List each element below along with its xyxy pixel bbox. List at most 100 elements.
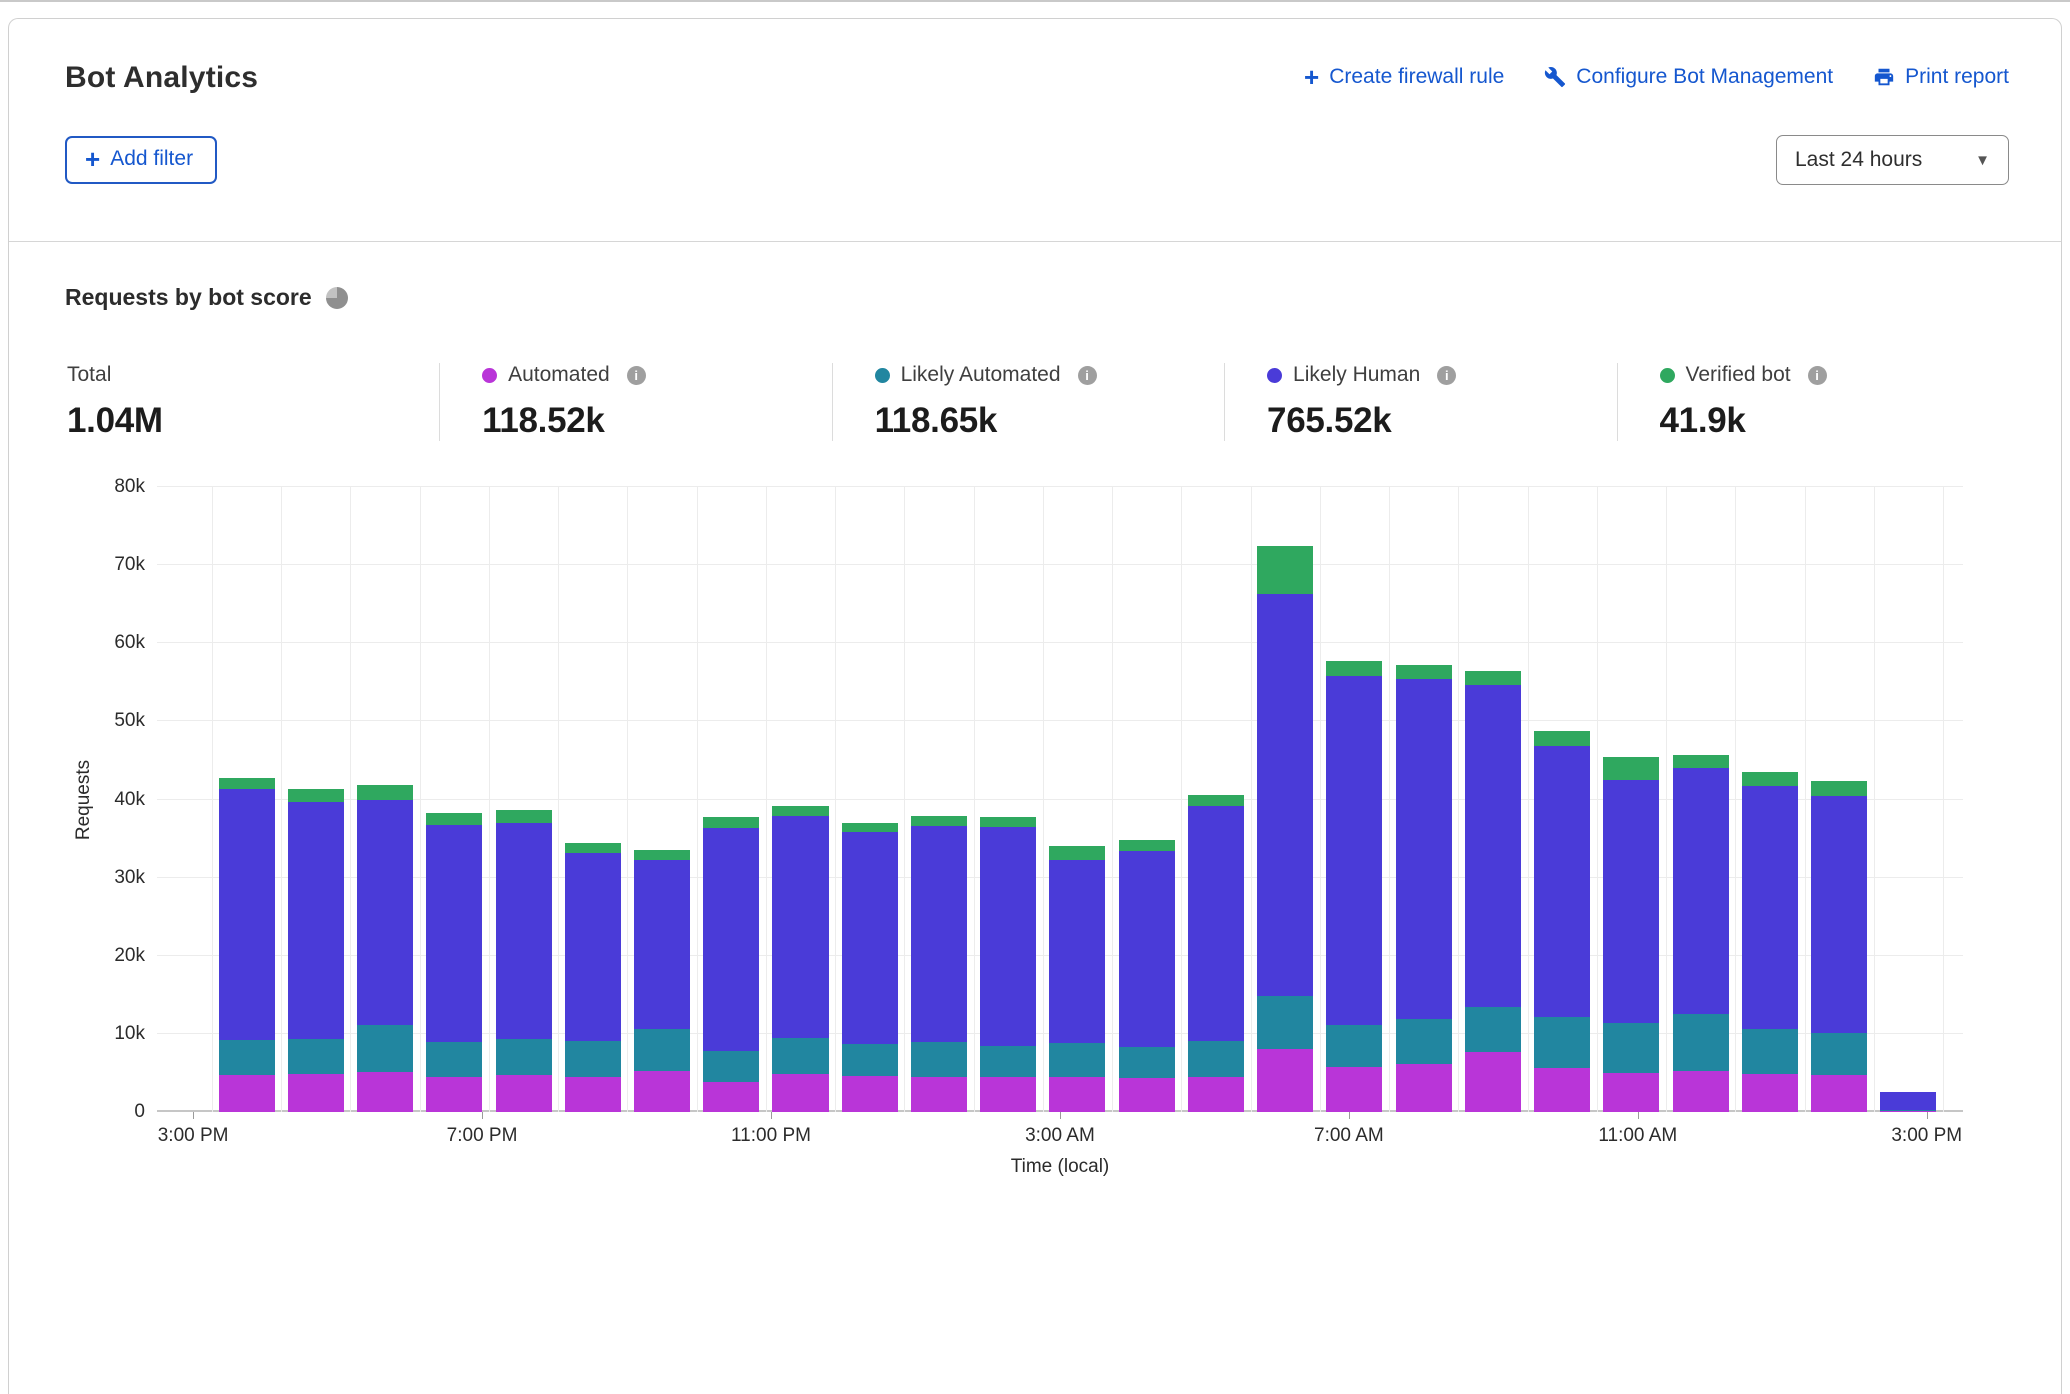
bar-segment-likely-human[interactable] — [1465, 685, 1521, 1006]
bar-segment-verified-bot[interactable] — [1603, 757, 1659, 780]
bar-segment-verified-bot[interactable] — [1811, 781, 1867, 797]
bar-segment-verified-bot[interactable] — [426, 813, 482, 825]
bar-segment-verified-bot[interactable] — [1673, 755, 1729, 768]
bar-segment-likely-automated[interactable] — [772, 1038, 828, 1074]
info-icon[interactable]: i — [1808, 366, 1827, 385]
bar-segment-likely-human[interactable] — [426, 825, 482, 1042]
bar-segment-likely-automated[interactable] — [1396, 1019, 1452, 1064]
bar-segment-automated[interactable] — [496, 1075, 552, 1113]
bar-segment-automated[interactable] — [980, 1077, 1036, 1112]
bar-segment-likely-automated[interactable] — [357, 1025, 413, 1072]
bar-segment-verified-bot[interactable] — [496, 810, 552, 823]
bar-segment-automated[interactable] — [1534, 1068, 1590, 1112]
bar-segment-likely-automated[interactable] — [1811, 1033, 1867, 1074]
bar-segment-verified-bot[interactable] — [634, 850, 690, 860]
bar-segment-verified-bot[interactable] — [288, 789, 344, 802]
info-icon[interactable]: i — [627, 366, 646, 385]
bar-segment-verified-bot[interactable] — [1049, 846, 1105, 861]
bar-segment-verified-bot[interactable] — [842, 823, 898, 832]
bar-segment-verified-bot[interactable] — [219, 778, 275, 789]
bar-segment-likely-human[interactable] — [1326, 676, 1382, 1024]
bar-segment-likely-human[interactable] — [1119, 851, 1175, 1047]
bar-segment-likely-human[interactable] — [703, 828, 759, 1051]
bar-segment-verified-bot[interactable] — [1326, 661, 1382, 676]
bar-segment-likely-automated[interactable] — [1188, 1041, 1244, 1077]
bar-segment-verified-bot[interactable] — [1396, 665, 1452, 679]
bar-segment-likely-human[interactable] — [1049, 860, 1105, 1043]
bar-segment-likely-automated[interactable] — [1326, 1025, 1382, 1068]
bar-segment-automated[interactable] — [1603, 1073, 1659, 1112]
bar-segment-likely-automated[interactable] — [1534, 1017, 1590, 1068]
bar-segment-automated[interactable] — [1673, 1071, 1729, 1112]
bar-segment-likely-automated[interactable] — [1465, 1007, 1521, 1052]
bar-segment-likely-automated[interactable] — [911, 1042, 967, 1077]
bar-segment-likely-human[interactable] — [980, 827, 1036, 1047]
bar-segment-likely-human[interactable] — [772, 816, 828, 1038]
time-range-select[interactable]: Last 24 hours ▼ — [1776, 135, 2009, 185]
bar-segment-automated[interactable] — [772, 1074, 828, 1112]
bar-segment-verified-bot[interactable] — [911, 816, 967, 826]
bar-segment-automated[interactable] — [565, 1077, 621, 1112]
bar-segment-automated[interactable] — [1257, 1049, 1313, 1112]
bar-segment-likely-human[interactable] — [219, 789, 275, 1040]
bar-segment-verified-bot[interactable] — [1188, 795, 1244, 806]
bar-segment-likely-human[interactable] — [842, 832, 898, 1044]
bar-segment-likely-human[interactable] — [1742, 786, 1798, 1029]
bar-segment-likely-automated[interactable] — [703, 1051, 759, 1082]
bar-segment-likely-human[interactable] — [1811, 796, 1867, 1033]
bar-segment-automated[interactable] — [1119, 1078, 1175, 1112]
bar-segment-verified-bot[interactable] — [565, 843, 621, 852]
bar-segment-automated[interactable] — [357, 1072, 413, 1112]
info-icon[interactable]: i — [1078, 366, 1097, 385]
bar-segment-likely-human[interactable] — [1396, 679, 1452, 1019]
bar-segment-automated[interactable] — [1465, 1052, 1521, 1112]
bar-segment-likely-human[interactable] — [496, 823, 552, 1039]
bar-segment-likely-human[interactable] — [1673, 768, 1729, 1014]
bar-segment-automated[interactable] — [911, 1077, 967, 1112]
bar-segment-likely-automated[interactable] — [219, 1040, 275, 1074]
bar-segment-automated[interactable] — [634, 1071, 690, 1112]
bar-segment-likely-human[interactable] — [1188, 806, 1244, 1041]
print-report-link[interactable]: Print report — [1873, 65, 2009, 89]
bar-segment-likely-automated[interactable] — [496, 1039, 552, 1075]
bar-segment-automated[interactable] — [1396, 1064, 1452, 1112]
bar-segment-verified-bot[interactable] — [357, 785, 413, 800]
bar-segment-automated[interactable] — [426, 1077, 482, 1112]
bar-segment-likely-automated[interactable] — [565, 1041, 621, 1077]
bar-segment-likely-automated[interactable] — [1742, 1029, 1798, 1074]
configure-bot-management-link[interactable]: Configure Bot Management — [1544, 65, 1833, 89]
bar-segment-automated[interactable] — [703, 1082, 759, 1112]
bar-segment-automated[interactable] — [1811, 1075, 1867, 1113]
bar-segment-likely-human[interactable] — [911, 826, 967, 1042]
info-icon[interactable]: i — [1437, 366, 1456, 385]
create-firewall-rule-link[interactable]: + Create firewall rule — [1304, 65, 1504, 89]
bar-segment-likely-automated[interactable] — [842, 1044, 898, 1076]
bar-segment-likely-human[interactable] — [1880, 1092, 1936, 1109]
bar-segment-automated[interactable] — [1049, 1077, 1105, 1112]
bar-segment-likely-automated[interactable] — [426, 1042, 482, 1077]
bar-segment-likely-human[interactable] — [288, 802, 344, 1039]
bar-segment-verified-bot[interactable] — [1465, 671, 1521, 685]
bar-segment-likely-human[interactable] — [357, 800, 413, 1026]
bar-segment-likely-automated[interactable] — [1049, 1043, 1105, 1077]
bar-segment-automated[interactable] — [288, 1074, 344, 1112]
bar-segment-automated[interactable] — [219, 1075, 275, 1113]
bar-segment-automated[interactable] — [1188, 1077, 1244, 1112]
bar-segment-verified-bot[interactable] — [1534, 731, 1590, 747]
bar-segment-likely-human[interactable] — [1257, 594, 1313, 996]
bar-segment-likely-human[interactable] — [1603, 780, 1659, 1023]
bar-segment-verified-bot[interactable] — [980, 817, 1036, 827]
bar-segment-verified-bot[interactable] — [1119, 840, 1175, 851]
bar-segment-likely-automated[interactable] — [980, 1046, 1036, 1076]
bar-segment-likely-automated[interactable] — [1119, 1047, 1175, 1077]
bar-segment-verified-bot[interactable] — [703, 817, 759, 827]
bar-segment-automated[interactable] — [1326, 1067, 1382, 1112]
bar-segment-verified-bot[interactable] — [772, 806, 828, 816]
bar-segment-likely-automated[interactable] — [1257, 996, 1313, 1049]
add-filter-button[interactable]: + Add filter — [65, 136, 217, 184]
bar-segment-automated[interactable] — [842, 1076, 898, 1112]
bar-segment-likely-automated[interactable] — [1603, 1023, 1659, 1073]
bar-segment-likely-automated[interactable] — [288, 1039, 344, 1074]
bar-segment-verified-bot[interactable] — [1257, 546, 1313, 594]
bar-segment-automated[interactable] — [1742, 1074, 1798, 1112]
